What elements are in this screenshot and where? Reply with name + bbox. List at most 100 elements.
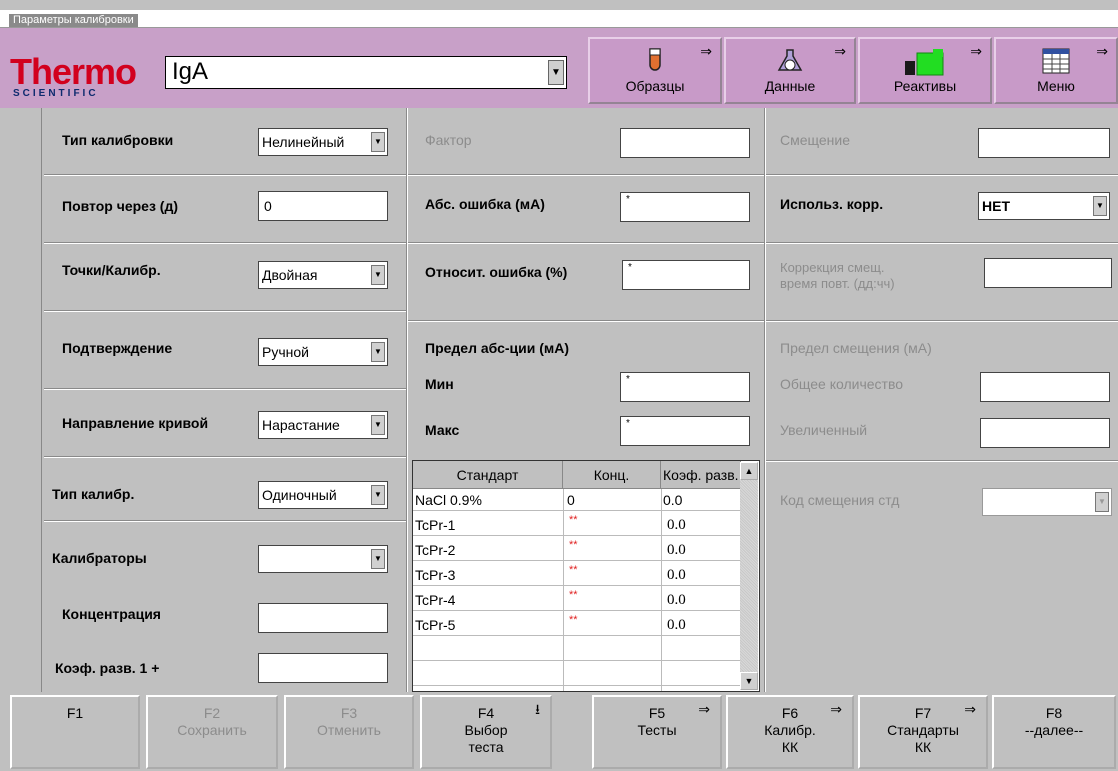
f4-select-test-button[interactable]: ⭳ F4 Выбор теста <box>420 695 552 769</box>
table-row[interactable]: TcPr-4 ** 0.0 <box>413 589 741 611</box>
points-value: Двойная <box>262 267 318 283</box>
chevron-down-icon[interactable]: ▼ <box>371 415 385 435</box>
offset-code-select[interactable]: ▼ <box>982 488 1112 516</box>
f7-standards-qc-button[interactable]: ⇒ F7 Стандарты КК <box>858 695 988 769</box>
table-cell-conc <box>563 639 661 661</box>
nav-menu-label: Меню <box>1037 78 1075 94</box>
use-corr-label: Использ. корр. <box>780 196 884 212</box>
table-cell-dilution: 0.0 <box>667 617 686 633</box>
test-select[interactable]: IgA ▼ <box>165 56 567 89</box>
table-cell-dilution <box>661 639 741 661</box>
table-scrollbar[interactable]: ▲ ▼ <box>740 462 758 690</box>
f1-button[interactable]: F1 <box>10 695 140 769</box>
concentration-input[interactable] <box>258 603 388 633</box>
chevron-down-icon[interactable]: ▼ <box>371 549 385 569</box>
total-input[interactable] <box>980 372 1110 402</box>
f8-more-button[interactable]: F8 --далее-- <box>992 695 1116 769</box>
repeat-input[interactable]: 0 <box>258 191 388 221</box>
f5-tests-button[interactable]: ⇒ F5 Тесты <box>592 695 722 769</box>
chevron-down-icon[interactable]: ▼ <box>371 485 385 505</box>
offset-corr-input[interactable] <box>984 258 1112 288</box>
menu-grid-icon <box>1042 48 1070 74</box>
table-header-conc: Конц. <box>563 461 661 489</box>
increased-label: Увеличенный <box>780 422 868 438</box>
table-cell-dilution: 0.0 <box>667 567 686 583</box>
nav-samples-button[interactable]: ⇒ Образцы <box>588 37 722 104</box>
chevron-down-icon[interactable]: ▼ <box>548 60 564 85</box>
standards-table[interactable]: Стандарт Конц. Коэф. разв. NaCl 0.9% 0 0.0… <box>412 460 760 692</box>
direction-value: Нарастание <box>262 417 340 433</box>
cal-type-select[interactable]: Нелинейный ▼ <box>258 128 388 156</box>
points-select[interactable]: Двойная ▼ <box>258 261 388 289</box>
data-flask-icon <box>777 49 803 71</box>
table-row[interactable]: TcPr-2 ** 0.0 <box>413 539 741 561</box>
table-cell-standard: TcPr-2 <box>415 542 456 558</box>
max-input[interactable]: * <box>620 416 750 446</box>
nav-reagents-button[interactable]: ⇒ Реактивы <box>858 37 992 104</box>
table-row[interactable] <box>413 639 741 661</box>
table-row[interactable]: TcPr-3 ** 0.0 <box>413 564 741 586</box>
rel-err-input[interactable]: * <box>622 260 750 290</box>
nav-data-button[interactable]: ⇒ Данные <box>724 37 856 104</box>
chevron-down-icon[interactable]: ▼ <box>371 132 385 152</box>
concentration-label: Концентрация <box>62 606 161 622</box>
table-cell-dilution: 0.0 <box>667 517 686 533</box>
cal-kind-select[interactable]: Одиночный ▼ <box>258 481 388 509</box>
table-row[interactable]: TcPr-5 ** 0.0 <box>413 614 741 636</box>
use-corr-value: НЕТ <box>982 198 1010 214</box>
chevron-down-icon[interactable]: ▼ <box>371 342 385 362</box>
confirm-select[interactable]: Ручной ▼ <box>258 338 388 366</box>
arrow-icon: ⇒ <box>1096 43 1108 59</box>
f6-calib-qc-button[interactable]: ⇒ F6 Калибр. КК <box>726 695 854 769</box>
f2-save-button[interactable]: F2 Сохранить <box>146 695 278 769</box>
dilution-input[interactable] <box>258 653 388 683</box>
table-cell-standard <box>413 639 563 661</box>
increased-input[interactable] <box>980 418 1110 448</box>
dilution-label: Коэф. разв. 1 + <box>55 660 160 676</box>
offset-code-label: Код смещения стд <box>780 492 900 508</box>
nav-reagents-label: Реактивы <box>893 78 957 94</box>
direction-select[interactable]: Нарастание ▼ <box>258 411 388 439</box>
table-cell-conc: ** <box>569 614 578 626</box>
arrow-icon: ⇒ <box>698 701 710 717</box>
f8-label: --далее-- <box>1024 722 1084 738</box>
nav-menu-button[interactable]: ⇒ Меню <box>994 37 1118 104</box>
confirm-label: Подтверждение <box>62 340 173 356</box>
table-cell-conc <box>563 664 661 686</box>
table-cell-conc: ** <box>569 539 578 551</box>
max-label: Макс <box>425 422 460 438</box>
nav-data-label: Данные <box>764 78 816 94</box>
table-cell-dilution: 0.0 <box>663 492 683 508</box>
scroll-down-icon[interactable]: ▼ <box>740 672 758 690</box>
f3-label: Отменить <box>317 722 381 738</box>
column-divider <box>406 108 408 692</box>
arrow-icon: ⇒ <box>700 43 712 59</box>
calibrators-select[interactable]: ▼ <box>258 545 388 573</box>
chevron-down-icon[interactable]: ▼ <box>371 265 385 285</box>
test-tube-icon <box>649 48 661 71</box>
abs-err-input[interactable]: * <box>620 192 750 222</box>
calibrators-label: Калибраторы <box>52 550 147 566</box>
table-row[interactable] <box>413 664 741 686</box>
abs-err-label: Абс. ошибка (мА) <box>425 196 545 212</box>
table-row[interactable]: NaCl 0.9% 0 0.0 <box>413 489 741 511</box>
chevron-down-icon[interactable]: ▼ <box>1093 196 1107 216</box>
table-row[interactable]: TcPr-1 ** 0.0 <box>413 514 741 536</box>
scroll-up-icon[interactable]: ▲ <box>740 462 758 480</box>
offset-input[interactable] <box>978 128 1110 158</box>
f3-key: F3 <box>340 705 358 721</box>
table-cell-conc: ** <box>569 564 578 576</box>
table-cell-dilution <box>661 664 741 686</box>
logo-thermo: Thermo <box>10 51 137 92</box>
table-cell-conc: ** <box>569 514 578 526</box>
table-cell-dilution: 0.0 <box>667 592 686 608</box>
f3-cancel-button[interactable]: F3 Отменить <box>284 695 414 769</box>
chevron-down-icon[interactable]: ▼ <box>1095 492 1109 512</box>
factor-input[interactable] <box>620 128 750 158</box>
table-cell-conc: 0 <box>567 492 575 508</box>
min-input[interactable]: * <box>620 372 750 402</box>
window-title: Параметры калибровки <box>9 14 138 27</box>
download-arrow-icon: ⭳ <box>535 701 540 717</box>
use-corr-select[interactable]: НЕТ ▼ <box>978 192 1110 220</box>
logo-scientific: SCIENTIFIC <box>13 88 99 99</box>
